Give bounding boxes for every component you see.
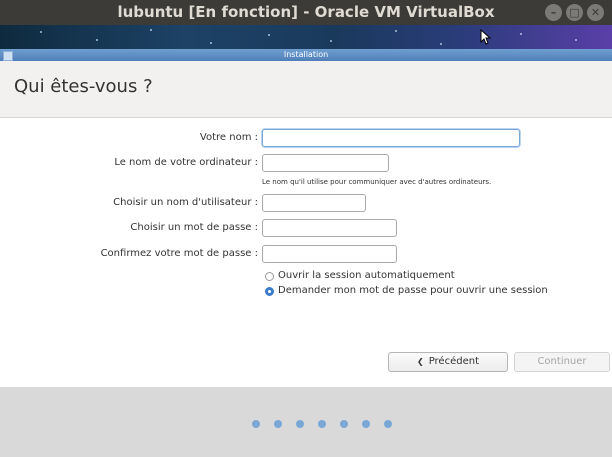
window-title: lubuntu [En fonction] - Oracle VM Virtua… xyxy=(117,3,495,21)
password-input[interactable] xyxy=(262,219,397,237)
confirm-password-label: Confirmez votre mot de passe : xyxy=(100,248,258,259)
progress-step-dot xyxy=(274,420,282,428)
auto-login-option[interactable]: Ouvrir la session automatiquement xyxy=(265,270,455,282)
back-button-label: Précédent xyxy=(428,356,479,367)
auto-login-label: Ouvrir la session automatiquement xyxy=(278,270,455,281)
installer-title: Installation xyxy=(283,50,329,59)
progress-step-dot xyxy=(252,420,260,428)
require-password-label: Demander mon mot de passe pour ouvrir un… xyxy=(278,285,548,296)
chevron-left-icon: ❮ xyxy=(416,357,424,366)
continue-button-label: Continuer xyxy=(537,356,587,367)
password-label: Choisir un mot de passe : xyxy=(130,222,258,233)
computer-name-input[interactable] xyxy=(262,154,389,172)
guest-desktop-background xyxy=(0,25,612,49)
username-label: Choisir un nom d'utilisateur : xyxy=(113,197,258,208)
installer-title-bar: Installation xyxy=(0,49,612,61)
require-password-option[interactable]: Demander mon mot de passe pour ouvrir un… xyxy=(265,285,548,297)
progress-step-dot xyxy=(384,420,392,428)
installer-footer xyxy=(0,387,612,457)
minimize-icon[interactable]: – xyxy=(545,4,562,21)
auto-login-radio[interactable] xyxy=(265,271,274,281)
progress-indicator xyxy=(252,420,392,428)
maximize-icon[interactable]: □ xyxy=(566,4,583,21)
window-title-bar: lubuntu [En fonction] - Oracle VM Virtua… xyxy=(0,0,612,25)
continue-button[interactable]: Continuer xyxy=(514,352,610,372)
progress-step-dot xyxy=(296,420,304,428)
computer-name-label: Le nom de votre ordinateur : xyxy=(114,157,258,168)
back-button[interactable]: ❮ Précédent xyxy=(388,352,508,372)
progress-step-dot xyxy=(318,420,326,428)
page-title: Qui êtes-vous ? xyxy=(14,76,153,97)
close-icon[interactable]: ✕ xyxy=(587,4,604,21)
computer-name-hint: Le nom qu'il utilise pour communiquer av… xyxy=(262,178,492,186)
require-password-radio[interactable] xyxy=(265,286,274,296)
username-input[interactable] xyxy=(262,194,366,212)
confirm-password-input[interactable] xyxy=(262,245,397,263)
name-label: Votre nom : xyxy=(199,132,258,143)
user-form-panel: Votre nom : Le nom de votre ordinateur :… xyxy=(0,118,612,387)
window-controls: – □ ✕ xyxy=(545,4,604,21)
page-header: Qui êtes-vous ? xyxy=(0,61,612,118)
progress-step-dot xyxy=(340,420,348,428)
name-input[interactable] xyxy=(262,129,520,147)
progress-step-dot xyxy=(362,420,370,428)
installer-app-icon xyxy=(3,51,13,61)
mouse-cursor-icon xyxy=(480,29,492,45)
